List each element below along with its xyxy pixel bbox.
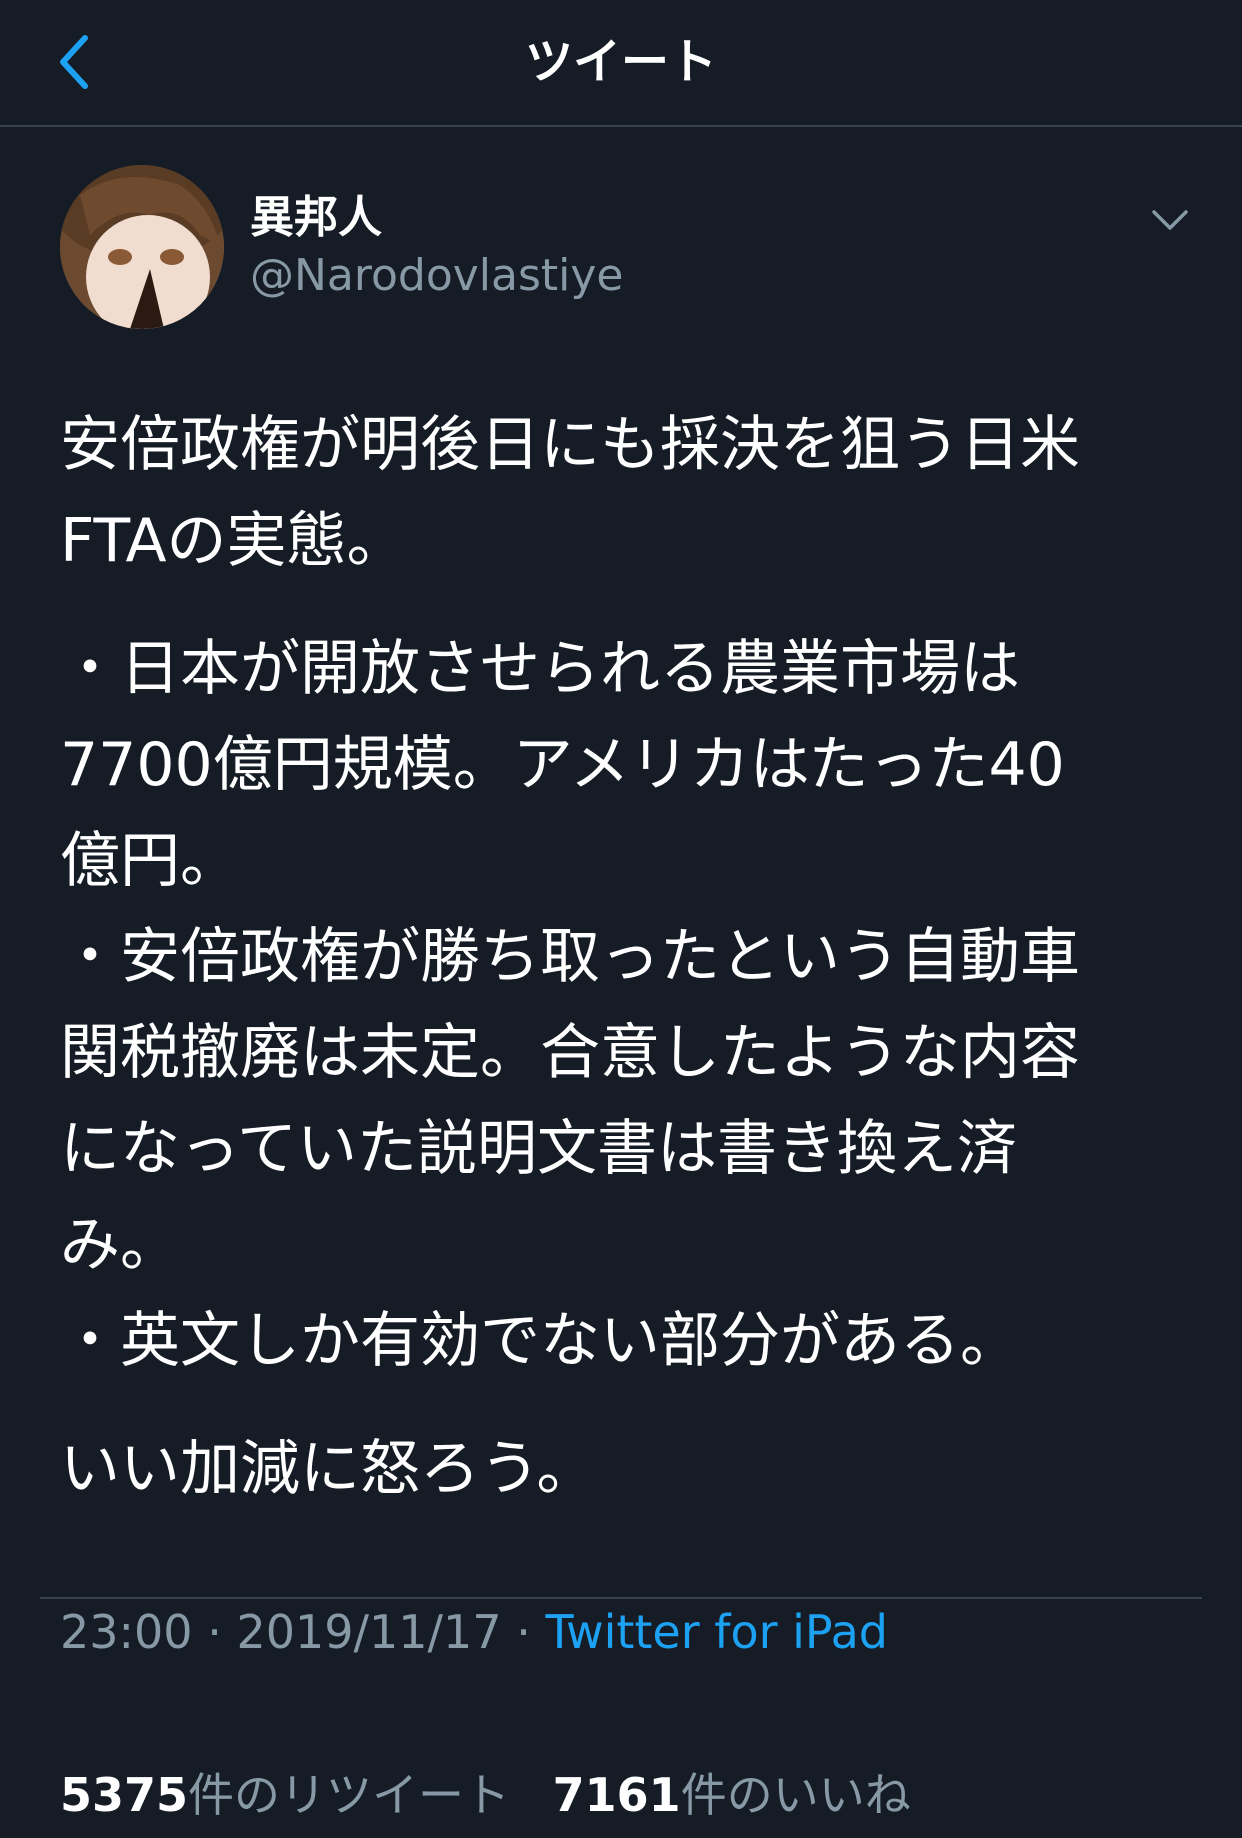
tweet-paragraph: 安倍政権が明後日にも採決を狙う日米 FTAの実態。 bbox=[60, 397, 1180, 589]
tweet-line: FTAの実態。 bbox=[60, 506, 407, 576]
tweet-line: ・英文しか有効でない部分がある。 bbox=[60, 1306, 1020, 1376]
tweet-stats: 5375件のリツイート 7161件のいいね bbox=[60, 1765, 939, 1825]
likes-count: 7161 bbox=[552, 1768, 681, 1822]
tweet-line: ・安倍政権が勝ち取ったという自動車 bbox=[60, 922, 1080, 992]
tweet-source-link[interactable]: Twitter for iPad bbox=[545, 1605, 888, 1659]
divider bbox=[40, 1597, 1202, 1599]
retweets-stat[interactable]: 5375件のリツイート bbox=[60, 1768, 510, 1822]
avatar[interactable] bbox=[60, 165, 224, 329]
tweet-date: 2019/11/17 bbox=[236, 1605, 502, 1659]
tweet-paragraph: ・日本が開放させられる農業市場は 7700億円規模。アメリカはたった40 億円。… bbox=[60, 621, 1180, 1389]
tweet-line: み。 bbox=[60, 1210, 180, 1280]
likes-stat[interactable]: 7161件のいいね bbox=[553, 1768, 911, 1822]
meta-separator: · bbox=[207, 1605, 222, 1659]
chevron-down-icon bbox=[1152, 210, 1188, 230]
avatar-image bbox=[60, 165, 224, 329]
meta-separator: · bbox=[516, 1605, 531, 1659]
tweet-line: になっていた説明文書は書き換え済 bbox=[60, 1114, 1017, 1184]
tweet-line: 7700億円規模。アメリカはたった40 bbox=[60, 730, 1065, 800]
tweet-line: いい加減に怒ろう。 bbox=[60, 1434, 597, 1504]
page-title: ツイート bbox=[524, 34, 717, 90]
likes-label: 件のいいね bbox=[680, 1768, 911, 1822]
display-name[interactable]: 異邦人 bbox=[250, 190, 382, 246]
user-handle[interactable]: @Narodovlastiye bbox=[250, 248, 624, 304]
retweets-count: 5375 bbox=[60, 1768, 189, 1822]
retweets-label: 件のリツイート bbox=[188, 1768, 511, 1822]
tweet-time: 23:00 bbox=[60, 1605, 193, 1659]
tweet-line: ・日本が開放させられる農業市場は bbox=[60, 634, 1020, 704]
tweet-metadata: 23:00 · 2019/11/17 · Twitter for iPad bbox=[60, 1602, 888, 1662]
tweet-menu-button[interactable] bbox=[1140, 195, 1200, 245]
navigation-bar: ツイート bbox=[0, 0, 1242, 127]
tweet-text: 安倍政権が明後日にも採決を狙う日米 FTAの実態。 ・日本が開放させられる農業市… bbox=[60, 397, 1180, 1549]
tweet-line: 安倍政権が明後日にも採決を狙う日米 bbox=[60, 410, 1080, 480]
tweet-line: 億円。 bbox=[60, 826, 240, 896]
tweet-line: 関税撤廃は未定。合意したような内容 bbox=[60, 1018, 1080, 1088]
tweet-paragraph: いい加減に怒ろう。 bbox=[60, 1421, 1180, 1517]
